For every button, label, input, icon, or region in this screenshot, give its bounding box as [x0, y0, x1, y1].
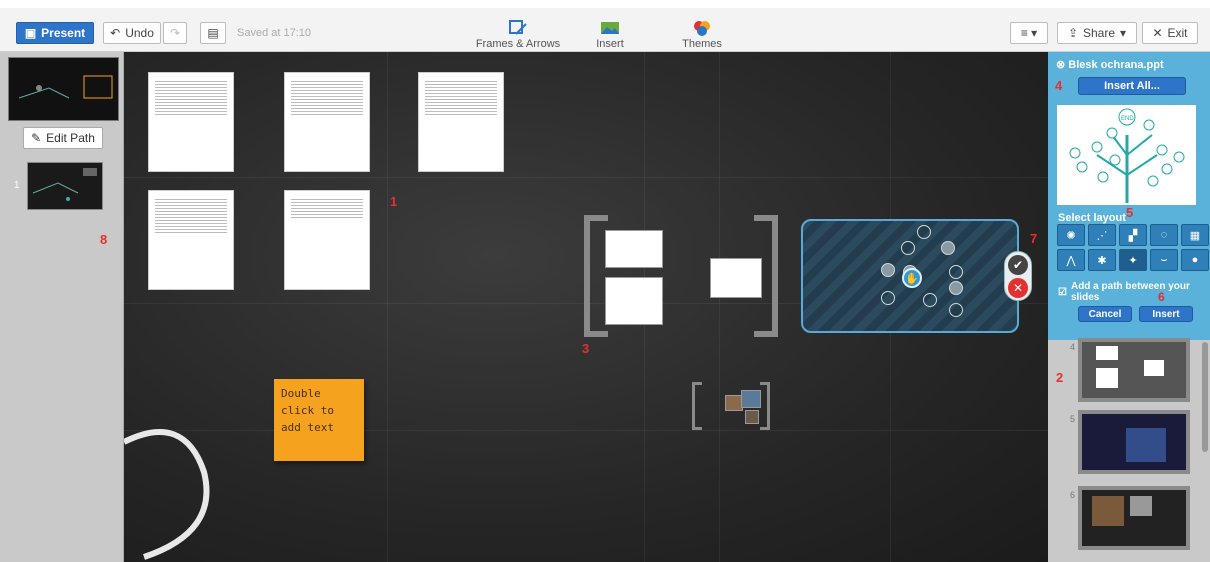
- sticky-note[interactable]: Double click to add text: [274, 379, 364, 461]
- cancel-button[interactable]: Cancel: [1078, 306, 1132, 322]
- annotation-5: 5: [1126, 205, 1134, 220]
- layout-option[interactable]: ▞: [1119, 224, 1147, 246]
- layout-preview-box[interactable]: ✋: [801, 219, 1019, 333]
- saved-status: Saved at 17:10: [237, 27, 312, 39]
- annotation-7: 7: [1030, 231, 1038, 246]
- prezi-canvas[interactable]: 1 3 Double click to add text ✋ ✔ ✕ 7: [124, 52, 1048, 562]
- edit-path-button[interactable]: ✎ Edit Path: [23, 127, 103, 149]
- annotation-8: 8: [100, 232, 108, 247]
- thumb-number: 4: [1070, 342, 1076, 352]
- select-layout-label: Select layout: [1058, 212, 1126, 224]
- photo-thumbnail[interactable]: [745, 410, 759, 424]
- document-page[interactable]: [148, 190, 234, 290]
- layout-option[interactable]: ▦: [1181, 224, 1209, 246]
- frames-arrows-tool[interactable]: Frames & Arrows: [473, 20, 563, 50]
- annotation-3: 3: [582, 341, 590, 356]
- save-button[interactable]: ▤: [200, 22, 226, 44]
- thumbnail-scrollbar[interactable]: [1202, 342, 1208, 452]
- annotation-4: 4: [1055, 78, 1063, 93]
- annotation-6: 6: [1158, 290, 1165, 304]
- confirm-controls: ✔ ✕: [1004, 251, 1032, 301]
- menu-button[interactable]: ≡ ▾: [1010, 22, 1048, 44]
- sketch-image[interactable]: [605, 230, 663, 268]
- tree-end-label: END: [1121, 116, 1134, 122]
- save-icon: ▤: [207, 26, 219, 40]
- frames-arrows-icon: [508, 20, 528, 36]
- layout-option[interactable]: ◌: [1150, 224, 1178, 246]
- undo-icon: ↶: [110, 26, 121, 40]
- document-page[interactable]: [284, 190, 370, 290]
- bracket-frame-small[interactable]: [760, 382, 770, 430]
- layout-preview-thumbnail: END: [1057, 105, 1196, 205]
- layout-option-selected[interactable]: ✦: [1119, 249, 1147, 271]
- redo-button[interactable]: ↷: [163, 22, 187, 44]
- bracket-frame-small[interactable]: [692, 382, 702, 430]
- sketch-image[interactable]: [710, 258, 762, 298]
- sketch-image[interactable]: [605, 277, 663, 325]
- menu-icon: ≡ ▾: [1020, 26, 1038, 40]
- hand-drag-icon[interactable]: ✋: [902, 268, 922, 288]
- share-button[interactable]: ⇪ Share ▾: [1057, 22, 1137, 44]
- checkbox-icon: ☑: [1058, 286, 1067, 298]
- close-icon[interactable]: ⊗: [1056, 59, 1065, 71]
- slide-thumbnail[interactable]: [27, 162, 103, 210]
- right-panel: ⊗ Blesk ochrana.ppt 4 Insert All... END: [1048, 52, 1210, 562]
- undo-button[interactable]: ↶ Undo: [103, 22, 161, 44]
- check-icon[interactable]: ✔: [1008, 255, 1028, 275]
- overview-thumbnail[interactable]: [8, 57, 119, 121]
- thumb-number: 6: [1070, 490, 1076, 500]
- cancel-icon[interactable]: ✕: [1008, 278, 1028, 298]
- layout-option[interactable]: ✱: [1088, 249, 1116, 271]
- redo-icon: ↷: [169, 26, 181, 40]
- pencil-icon: ✎: [31, 131, 42, 145]
- present-button[interactable]: ▣ Present: [16, 22, 94, 44]
- insert-all-button[interactable]: Insert All...: [1078, 77, 1186, 95]
- layout-option[interactable]: ⋀: [1057, 249, 1085, 271]
- chevron-down-icon: ▾: [1120, 26, 1127, 40]
- exit-button[interactable]: ✕ Exit: [1142, 22, 1198, 44]
- top-toolbar: ▣ Present ↶ Undo ↷ ▤ Saved at 17:10 Fram…: [0, 0, 1210, 52]
- left-sidebar: ✎ Edit Path 1 8: [0, 52, 124, 562]
- insert-tool[interactable]: Insert: [565, 20, 655, 50]
- annotation-2: 2: [1056, 370, 1064, 385]
- layout-option[interactable]: ●: [1181, 249, 1209, 271]
- slide-number: 1: [14, 180, 20, 191]
- close-icon: ✕: [1152, 26, 1163, 40]
- ppt-slide-thumbnail[interactable]: [1078, 486, 1190, 550]
- ppt-import-panel: ⊗ Blesk ochrana.ppt 4 Insert All... END: [1048, 52, 1210, 340]
- chalk-circle-decoration: [124, 429, 210, 560]
- share-icon: ⇪: [1067, 26, 1078, 40]
- layout-option[interactable]: ⌣: [1150, 249, 1178, 271]
- document-page[interactable]: [418, 72, 504, 172]
- layout-option[interactable]: ✺: [1057, 224, 1085, 246]
- document-page[interactable]: [148, 72, 234, 172]
- layout-grid: ✺ ⋰ ▞ ◌ ▦ ⋀ ✱ ✦ ⌣ ●: [1057, 224, 1209, 271]
- themes-icon: [692, 20, 712, 36]
- ppt-slide-thumbnail[interactable]: [1078, 410, 1190, 474]
- ppt-file-title: ⊗ Blesk ochrana.ppt: [1056, 59, 1164, 71]
- add-path-checkbox[interactable]: ☑ Add a path between your slides: [1058, 281, 1210, 303]
- themes-tool[interactable]: Themes: [657, 20, 747, 50]
- ppt-slide-thumbnail[interactable]: [1078, 338, 1190, 402]
- document-page[interactable]: [284, 72, 370, 172]
- layout-option[interactable]: ⋰: [1088, 224, 1116, 246]
- annotation-1: 1: [390, 194, 398, 209]
- insert-image-icon: [600, 20, 620, 36]
- photo-thumbnail[interactable]: [741, 390, 761, 408]
- thumb-number: 5: [1070, 414, 1076, 424]
- insert-button[interactable]: Insert: [1139, 306, 1193, 322]
- present-icon: ▣: [24, 26, 37, 40]
